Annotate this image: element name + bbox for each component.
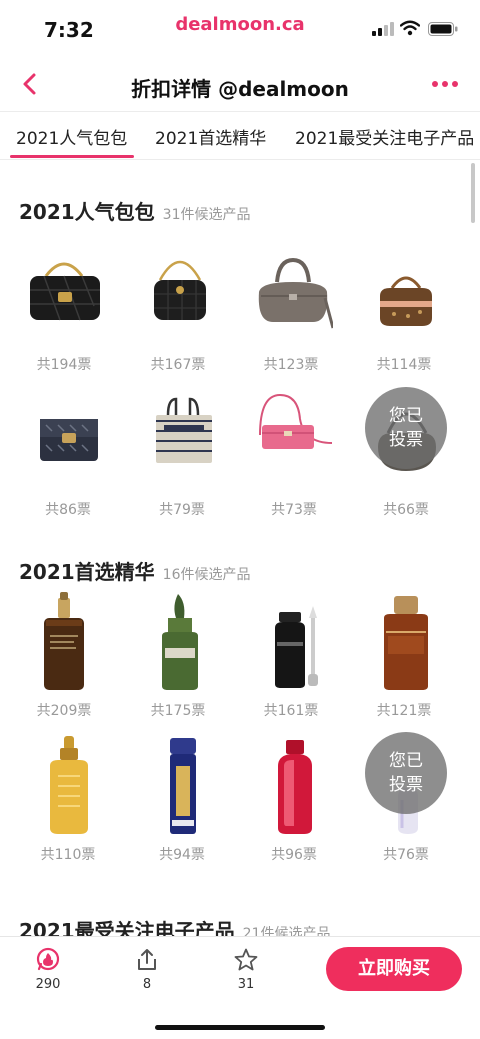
hermes-lindy-bag-icon: [258, 257, 333, 329]
cellular-signal-icon: [372, 22, 394, 36]
product-card[interactable]: 共73票: [244, 391, 344, 521]
status-bar: 7:32 dealmoon.ca: [0, 0, 480, 58]
scrollbar[interactable]: [471, 163, 475, 223]
tab-popular-bags[interactable]: 2021人气包包: [16, 124, 127, 149]
like-count: 290: [35, 977, 61, 992]
product-card[interactable]: 您已 投票 共66票: [356, 387, 456, 521]
vote-count: 共79票: [159, 502, 205, 518]
buy-now-button[interactable]: 立即购买: [326, 947, 462, 991]
section-subtitle: 31件候选产品: [162, 207, 251, 223]
product-card[interactable]: 共79票: [132, 391, 232, 521]
like-flame-icon: [36, 947, 60, 971]
share-button[interactable]: 8: [117, 947, 177, 992]
product-card[interactable]: 共114票: [354, 246, 454, 376]
vote-count: 共110票: [40, 847, 96, 863]
product-card[interactable]: 共96票: [244, 736, 344, 866]
star-icon: [234, 948, 258, 971]
louis-vuitton-bag-icon: [380, 276, 432, 326]
home-indicator: [155, 1025, 325, 1030]
estee-lauder-serum-icon: [44, 592, 84, 690]
vote-count: 共76票: [383, 847, 429, 863]
product-card[interactable]: 共167票: [128, 246, 228, 376]
section-subtitle: 16件候选产品: [162, 567, 251, 583]
vote-count: 共114票: [376, 357, 432, 373]
la-prairie-serum-icon: [170, 738, 196, 834]
tab-top-serums[interactable]: 2021首选精华: [155, 124, 266, 149]
vote-count: 共209票: [36, 703, 92, 719]
chanel-quilted-bag-icon: [30, 262, 100, 321]
active-tab-indicator: [10, 155, 134, 158]
product-card[interactable]: 共110票: [18, 736, 118, 866]
product-card[interactable]: 共161票: [241, 592, 341, 722]
tab-electronics[interactable]: 2021最受关注电子产品: [295, 124, 474, 149]
lancome-serum-icon: [275, 606, 318, 688]
vote-count: 共123票: [263, 357, 319, 373]
share-count: 8: [142, 977, 152, 992]
product-card[interactable]: 共86票: [18, 391, 118, 521]
share-icon: [138, 949, 156, 970]
hermes-kelly-pink-bag-icon: [259, 393, 333, 449]
wifi-icon: [400, 20, 420, 36]
vote-count: 共175票: [150, 703, 206, 719]
voted-badge: 您已 投票: [365, 387, 447, 469]
vote-count: 共73票: [271, 502, 317, 518]
vote-count: 共121票: [376, 703, 432, 719]
more-icon[interactable]: [428, 70, 462, 98]
la-mer-serum-icon: [162, 594, 198, 690]
product-card[interactable]: 共121票: [354, 592, 454, 722]
bottom-action-bar: 290 8 31 立即购买: [0, 936, 480, 1039]
product-card[interactable]: 共94票: [132, 736, 232, 866]
vote-count: 共66票: [383, 502, 429, 518]
product-card[interactable]: 共209票: [14, 592, 114, 722]
vote-count: 共167票: [150, 357, 206, 373]
product-card[interactable]: 共123票: [241, 246, 341, 376]
product-card[interactable]: 您已 投票 共76票: [356, 732, 456, 866]
dior-30-montaigne-bag-icon: [40, 419, 98, 461]
product-card[interactable]: 共175票: [128, 592, 228, 722]
favorite-button[interactable]: 31: [216, 947, 276, 992]
voted-badge: 您已 投票: [365, 732, 447, 814]
vote-count: 共86票: [45, 502, 91, 518]
chanel-vanity-bag-icon: [154, 260, 206, 320]
section-title: 2021人气包包: [19, 200, 155, 224]
section-title: 2021首选精华: [19, 560, 155, 584]
shiseido-serum-icon: [278, 740, 312, 834]
nav-bar: 折扣详情 @dealmoon: [0, 58, 480, 112]
product-card[interactable]: 共194票: [14, 246, 114, 376]
vote-count: 共194票: [36, 357, 92, 373]
section-header: 2021首选精华 16件候选产品: [19, 556, 251, 585]
dior-book-tote-icon: [156, 397, 212, 463]
category-tabs: 2021人气包包 2021首选精华 2021最受关注电子产品: [0, 112, 480, 160]
favorite-count: 31: [237, 977, 255, 992]
battery-icon: [428, 22, 458, 36]
section-header: 2021人气包包 31件候选产品: [19, 196, 251, 225]
page-title: 折扣详情 @dealmoon: [131, 77, 349, 101]
vote-count: 共94票: [159, 847, 205, 863]
vote-count: 共161票: [263, 703, 319, 719]
vote-count: 共96票: [271, 847, 317, 863]
like-button[interactable]: 290: [18, 947, 78, 992]
guerlain-oil-icon: [50, 736, 88, 834]
clarins-serum-icon: [384, 596, 428, 690]
